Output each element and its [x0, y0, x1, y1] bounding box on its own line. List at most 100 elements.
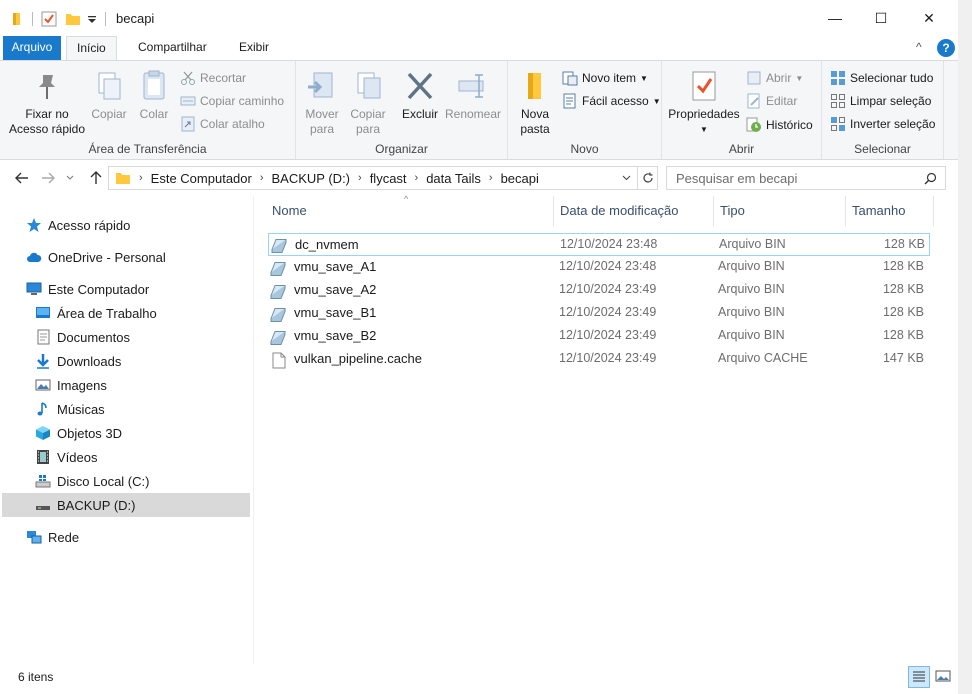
search-box[interactable]: Pesquisar em becapi	[666, 166, 946, 190]
pin-quick-access-button[interactable]: Fixar no Acesso rápido	[6, 65, 88, 137]
paste-shortcut-button[interactable]: Colar atalho	[180, 114, 265, 134]
paste-button[interactable]: Colar	[134, 65, 174, 122]
group-clipboard: Fixar no Acesso rápido Copiar Colar Reco…	[0, 61, 296, 159]
nav-desktop[interactable]: Área de Trabalho	[2, 301, 250, 325]
nav-music[interactable]: Músicas	[2, 397, 250, 421]
folder-small-icon	[13, 13, 20, 25]
nav-pictures[interactable]: Imagens	[2, 373, 250, 397]
edit-button[interactable]: Editar	[746, 91, 797, 111]
group-select: Selecionar tudo Limpar seleção Inverter …	[822, 61, 944, 159]
collapse-ribbon-icon[interactable]: ^	[916, 40, 922, 54]
paste-shortcut-label: Colar atalho	[200, 117, 265, 131]
history-label: Histórico	[766, 118, 813, 132]
nav-downloads[interactable]: Downloads	[2, 349, 250, 373]
chevron-right-icon[interactable]: ›	[260, 172, 264, 184]
nav-videos[interactable]: Vídeos	[2, 445, 250, 469]
blank-file-icon	[272, 352, 286, 369]
breadcrumb-data-tails[interactable]: data Tails	[426, 171, 481, 186]
nav-3d-objects[interactable]: Objetos 3D	[2, 421, 250, 445]
maximize-button[interactable]: ☐	[858, 0, 904, 36]
properties-label: Propriedades	[668, 107, 740, 121]
breadcrumb-this-pc[interactable]: Este Computador	[151, 171, 252, 186]
large-icons-view-button[interactable]	[932, 666, 954, 688]
file-modified: 12/10/2024 23:49	[559, 305, 657, 319]
history-button[interactable]: Histórico	[746, 115, 813, 135]
refresh-button[interactable]	[638, 166, 658, 190]
properties-button[interactable]: Propriedades ▼	[666, 65, 742, 137]
tab-share[interactable]: Compartilhar	[128, 36, 217, 60]
nav-onedrive[interactable]: OneDrive - Personal	[2, 245, 250, 269]
bin-file-icon	[270, 262, 286, 276]
recent-locations-button[interactable]	[64, 168, 76, 188]
search-icon[interactable]	[924, 172, 937, 185]
copy-to-button[interactable]: Copiar para	[346, 65, 390, 137]
new-item-button[interactable]: Novo item ▼	[562, 68, 648, 88]
file-row[interactable]: vulkan_pipeline.cache 12/10/2024 23:49 A…	[268, 348, 930, 371]
delete-button[interactable]: Excluir	[398, 65, 442, 122]
file-modified: 12/10/2024 23:49	[559, 282, 657, 296]
file-row[interactable]: vmu_save_B2 12/10/2024 23:49 Arquivo BIN…	[268, 325, 930, 348]
customize-dropdown-icon[interactable]	[87, 14, 97, 24]
select-none-button[interactable]: Limpar seleção	[830, 91, 931, 111]
file-modified: 12/10/2024 23:49	[559, 351, 657, 365]
rename-button[interactable]: Renomear	[444, 65, 502, 122]
minimize-button[interactable]: —	[812, 0, 858, 36]
breadcrumb-backup[interactable]: BACKUP (D:)	[272, 171, 351, 186]
nav-quick-access[interactable]: Acesso rápido	[2, 213, 250, 237]
drive-windows-icon	[35, 475, 51, 488]
cut-button[interactable]: Recortar	[180, 68, 246, 88]
copy-path-button[interactable]: Copiar caminho	[180, 91, 284, 111]
close-button[interactable]: ✕	[906, 0, 952, 36]
select-all-button[interactable]: Selecionar tudo	[830, 68, 933, 88]
tab-home[interactable]: Início	[66, 36, 117, 61]
column-size[interactable]: Tamanho	[846, 196, 934, 226]
help-icon[interactable]: ?	[937, 39, 955, 57]
file-row[interactable]: dc_nvmem 12/10/2024 23:48 Arquivo BIN 12…	[268, 233, 930, 256]
nav-network[interactable]: Rede	[2, 525, 250, 549]
nav-documents[interactable]: Documentos	[2, 325, 250, 349]
column-name[interactable]: Nome	[266, 196, 554, 226]
copy-to-label: Copiar para	[350, 107, 386, 136]
back-button[interactable]	[12, 168, 32, 188]
file-row[interactable]: vmu_save_A2 12/10/2024 23:49 Arquivo BIN…	[268, 279, 930, 302]
move-to-button[interactable]: Mover para	[302, 65, 342, 137]
pin-icon	[39, 75, 55, 99]
nav-this-pc[interactable]: Este Computador	[2, 277, 250, 301]
copy-button[interactable]: Copiar	[88, 65, 130, 122]
nav-label: Área de Trabalho	[57, 305, 157, 321]
details-view-button[interactable]	[908, 666, 930, 688]
group-open: Propriedades ▼ Abrir ▼ Editar Histórico …	[662, 61, 822, 159]
clipboard-group-label: Área de Transferência	[88, 142, 207, 156]
file-list: ^ Nome Data de modificação Tipo Tamanho …	[254, 194, 972, 664]
chevron-right-icon[interactable]: ›	[415, 172, 419, 184]
new-folder-small-icon[interactable]	[65, 11, 81, 27]
forward-button[interactable]	[38, 168, 58, 188]
nav-local-disk[interactable]: Disco Local (C:)	[2, 469, 250, 493]
column-modified[interactable]: Data de modificação	[554, 196, 714, 226]
music-note-icon	[37, 402, 47, 416]
breadcrumb-flycast[interactable]: flycast	[370, 171, 407, 186]
select-all-icon	[831, 71, 845, 85]
chevron-right-icon[interactable]: ›	[358, 172, 362, 184]
breadcrumb-becapi[interactable]: becapi	[501, 171, 539, 186]
properties-icon	[692, 71, 716, 101]
new-folder-button[interactable]: Nova pasta	[514, 65, 556, 137]
address-dropdown-icon[interactable]	[622, 175, 631, 181]
file-name: vmu_save_A2	[294, 282, 377, 297]
tab-view[interactable]: Exibir	[229, 36, 279, 60]
file-row[interactable]: vmu_save_A1 12/10/2024 23:48 Arquivo BIN…	[268, 256, 930, 279]
column-type[interactable]: Tipo	[714, 196, 846, 226]
invert-selection-button[interactable]: Inverter seleção	[830, 114, 935, 134]
file-row[interactable]: vmu_save_B1 12/10/2024 23:49 Arquivo BIN…	[268, 302, 930, 325]
chevron-right-icon[interactable]: ›	[489, 172, 493, 184]
file-type: Arquivo BIN	[719, 237, 786, 251]
select-all-label: Selecionar tudo	[850, 71, 934, 85]
tab-file[interactable]: Arquivo	[3, 36, 61, 60]
easy-access-button[interactable]: Fácil acesso ▼	[562, 91, 661, 111]
properties-check-icon[interactable]	[41, 11, 57, 27]
open-button[interactable]: Abrir ▼	[746, 68, 803, 88]
address-bar[interactable]: › Este Computador › BACKUP (D:) › flycas…	[108, 166, 638, 190]
group-organize: Mover para Copiar para Excluir Renomear …	[296, 61, 508, 159]
nav-backup-drive[interactable]: BACKUP (D:)	[2, 493, 250, 517]
up-button[interactable]	[86, 168, 106, 188]
